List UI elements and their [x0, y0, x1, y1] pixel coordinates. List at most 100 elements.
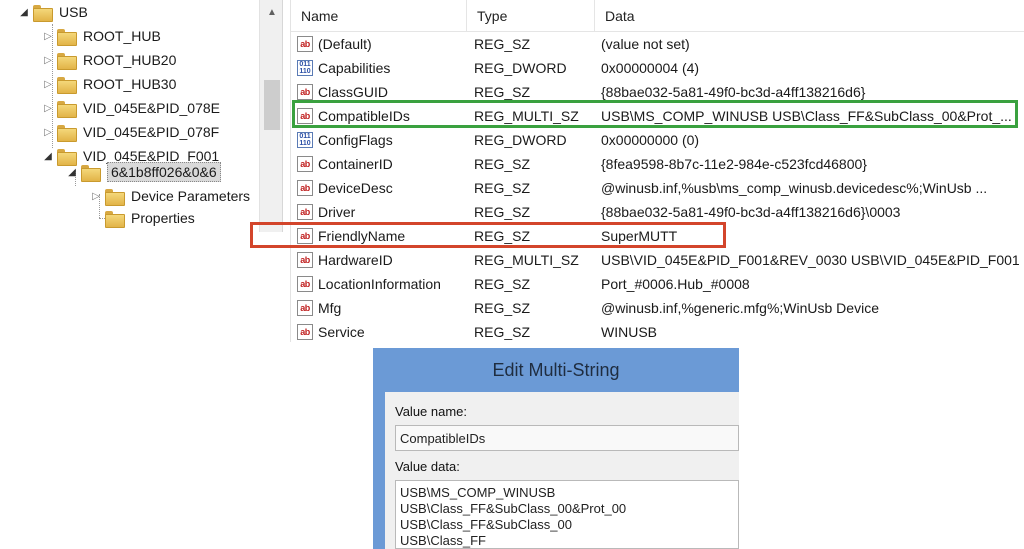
folder-icon: [57, 124, 77, 142]
dialog-title[interactable]: Edit Multi-String: [373, 348, 739, 392]
value-data-label: Value data:: [395, 459, 460, 474]
value-data-line: USB\Class_FF&SubClass_00: [400, 517, 572, 532]
value-type-cell: REG_SZ: [474, 156, 531, 172]
value-name-field[interactable]: CompatibleIDs: [395, 425, 739, 451]
tree-item-selected-key[interactable]: ◢ 6&1b8ff026&0&6: [66, 160, 221, 184]
compatibleids-highlight-box: [292, 100, 1018, 128]
tree-item-label: Device Parameters: [131, 188, 251, 204]
value-name-cell: ab DeviceDesc: [297, 176, 467, 200]
binary-value-icon: 011 110: [297, 60, 313, 76]
expanded-arrow-icon[interactable]: ◢: [42, 150, 54, 162]
tree-item-vid-045e-pid-078f[interactable]: ▷ VID_045E&PID_078F: [42, 120, 219, 144]
tree-item-vid-045e-pid-078e[interactable]: ▷ VID_045E&PID_078E: [42, 96, 220, 120]
folder-icon: [81, 164, 101, 182]
value-name-cell: ab ContainerID: [297, 152, 467, 176]
value-data-line: USB\Class_FF&SubClass_00&Prot_00: [400, 501, 627, 516]
collapsed-arrow-icon[interactable]: ▷: [90, 190, 102, 202]
binary-icon-text: 110: [299, 68, 311, 75]
value-name-cell: ab LocationInformation: [297, 272, 467, 296]
expanded-arrow-icon[interactable]: ◢: [66, 166, 78, 178]
value-data-cell: @winusb.inf,%generic.mfg%;WinUsb Device: [601, 300, 879, 316]
table-row[interactable]: ab DeviceDesc REG_SZ @winusb.inf,%usb\ms_co…: [291, 176, 1024, 200]
expanded-arrow-icon[interactable]: ◢: [18, 6, 30, 18]
tree-item-label: ROOT_HUB: [83, 28, 161, 44]
string-value-icon: ab: [297, 156, 313, 172]
value-name-cell: ab Driver: [297, 200, 467, 224]
tree-item-label: ROOT_HUB20: [83, 52, 177, 68]
tree-item-root-hub20[interactable]: ▷ ROOT_HUB20: [42, 48, 176, 72]
value-name-cell: ab (Default): [297, 32, 467, 56]
collapsed-arrow-icon[interactable]: ▷: [42, 54, 54, 66]
column-header-type[interactable]: Type: [467, 0, 595, 32]
value-name-text: (Default): [318, 36, 372, 52]
binary-value-icon: 011 110: [297, 132, 313, 148]
friendlyname-highlight-box: [250, 222, 726, 248]
table-row[interactable]: ab HardwareID REG_MULTI_SZ USB\VID_045E&PID…: [291, 248, 1024, 272]
table-row[interactable]: ab ContainerID REG_SZ {8fea9598-8b7c-11e2-9…: [291, 152, 1024, 176]
scroll-up-arrow-icon[interactable]: ▲: [260, 0, 282, 24]
value-type-cell: REG_DWORD: [474, 132, 567, 148]
value-type-cell: REG_SZ: [474, 324, 531, 340]
value-name-text: DeviceDesc: [318, 180, 393, 196]
string-value-icon: ab: [297, 180, 313, 196]
tree-item-usb[interactable]: ◢ USB: [18, 0, 88, 24]
value-name-text: HardwareID: [318, 252, 393, 268]
registry-values-list[interactable]: Name Type Data ab (Default) REG_SZ (value n…: [290, 0, 1024, 342]
table-row[interactable]: 011 110 ConfigFlags REG_DWORD 0x00000000 (0): [291, 128, 1024, 152]
string-value-icon: ab: [297, 300, 313, 316]
tree-item-label: USB: [59, 4, 88, 20]
collapsed-arrow-icon[interactable]: ▷: [42, 126, 54, 138]
tree-item-properties[interactable]: Properties: [105, 206, 195, 230]
folder-icon: [105, 188, 125, 206]
edit-multi-string-dialog[interactable]: Edit Multi-String Value name: Compatible…: [373, 348, 739, 549]
value-name-text: Driver: [318, 204, 356, 220]
value-type-cell: REG_SZ: [474, 204, 531, 220]
value-name-text: Service: [318, 324, 365, 340]
folder-icon: [57, 52, 77, 70]
registry-key-tree[interactable]: ◢ USB ▷ ROOT_HUB ▷ ROOT_HUB20 ▷ ROOT_HUB…: [0, 0, 283, 232]
table-row[interactable]: ab Mfg REG_SZ @winusb.inf,%generic.mfg%;Win…: [291, 296, 1024, 320]
collapsed-arrow-icon[interactable]: ▷: [42, 102, 54, 114]
column-header-data[interactable]: Data: [595, 0, 1024, 32]
value-name-cell: ab Service: [297, 320, 467, 344]
table-row[interactable]: ab Service REG_SZ WINUSB: [291, 320, 1024, 344]
table-row[interactable]: 011 110 Capabilities REG_DWORD 0x00000004 (4…: [291, 56, 1024, 80]
value-data-cell: {8fea9598-8b7c-11e2-984e-c523fcd46800}: [601, 156, 867, 172]
value-name-text: LocationInformation: [318, 276, 441, 292]
tree-scrollbar[interactable]: ▲: [259, 0, 282, 232]
folder-icon: [57, 76, 77, 94]
folder-icon: [105, 210, 125, 228]
value-type-cell: REG_MULTI_SZ: [474, 252, 579, 268]
value-name-text: Capabilities: [318, 60, 391, 76]
string-value-icon: ab: [297, 276, 313, 292]
value-name-text: ConfigFlags: [318, 132, 393, 148]
tree-item-label: Properties: [131, 210, 195, 226]
value-name-text: ClassGUID: [318, 84, 389, 100]
tree-item-root-hub[interactable]: ▷ ROOT_HUB: [42, 24, 161, 48]
table-row[interactable]: ab LocationInformation REG_SZ Port_#0006.Hu…: [291, 272, 1024, 296]
value-data-textarea[interactable]: USB\MS_COMP_WINUSB USB\Class_FF&SubClass…: [395, 480, 739, 549]
scrollbar-thumb[interactable]: [264, 80, 280, 130]
value-data-line: USB\Class_FF: [400, 533, 486, 548]
value-name-cell: 011 110 Capabilities: [297, 56, 467, 80]
value-data-cell: (value not set): [601, 36, 690, 52]
value-type-cell: REG_SZ: [474, 300, 531, 316]
value-name-cell: 011 110 ConfigFlags: [297, 128, 467, 152]
string-value-icon: ab: [297, 36, 313, 52]
collapsed-arrow-icon[interactable]: ▷: [42, 30, 54, 42]
table-row[interactable]: ab (Default) REG_SZ (value not set): [291, 32, 1024, 56]
string-value-icon: ab: [297, 204, 313, 220]
tree-item-label: ROOT_HUB30: [83, 76, 177, 92]
value-data-cell: USB\VID_045E&PID_F001&REV_0030 USB\VID_0…: [601, 252, 1020, 268]
collapsed-arrow-icon[interactable]: ▷: [42, 78, 54, 90]
tree-item-root-hub30[interactable]: ▷ ROOT_HUB30: [42, 72, 176, 96]
column-header-name[interactable]: Name: [291, 0, 467, 32]
folder-icon: [33, 4, 53, 22]
binary-icon-text: 011: [299, 133, 311, 140]
value-data-cell: WINUSB: [601, 324, 657, 340]
binary-icon-text: 011: [299, 61, 311, 68]
binary-icon-text: 110: [299, 140, 311, 147]
tree-item-device-parameters[interactable]: ▷ Device Parameters: [90, 184, 250, 208]
table-row[interactable]: ab Driver REG_SZ {88bae032-5a81-49f0-bc3d-a…: [291, 200, 1024, 224]
value-data-cell: 0x00000004 (4): [601, 60, 700, 76]
